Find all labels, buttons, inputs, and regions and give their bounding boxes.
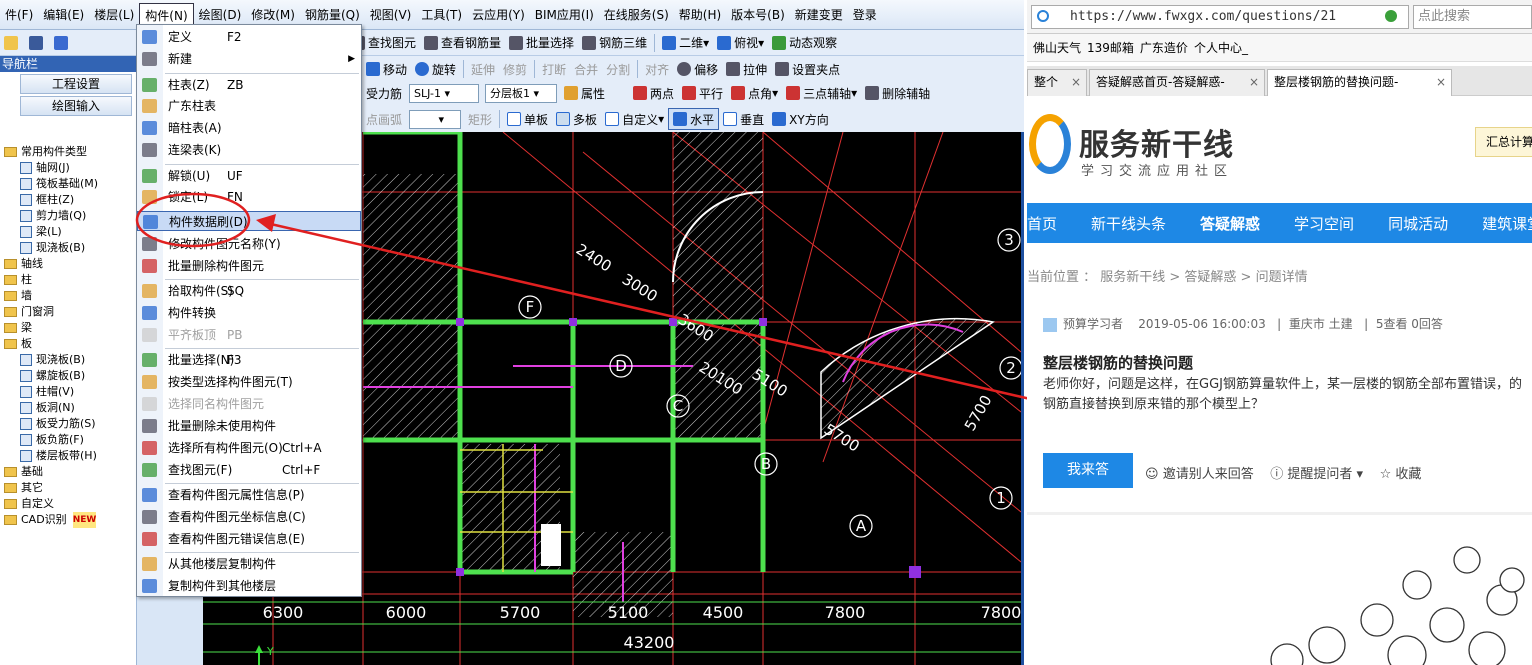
answer-button[interactable]: 我来答 — [1043, 453, 1133, 488]
highlight-circle — [135, 192, 251, 248]
bookmark-item[interactable]: 139邮箱 — [1087, 39, 1134, 56]
bookmark-item[interactable]: 广东造价 — [1140, 39, 1188, 56]
secure-icon[interactable] — [1385, 10, 1397, 22]
site-nav-bar: 首页 新干线头条 答疑解惑 学习空间 同城活动 建筑课堂 — [1027, 203, 1532, 243]
site-nav-item[interactable]: 首页 — [1027, 213, 1057, 234]
tab-close-icon[interactable]: × — [1071, 70, 1081, 95]
tab-close-icon[interactable]: × — [1436, 70, 1446, 95]
tab-label: 整个 — [1034, 75, 1059, 89]
bookmarks-bar: 佛山天气 139邮箱 广东造价 个人中心_ — [1027, 34, 1532, 62]
collect-link[interactable]: 收藏 — [1395, 467, 1421, 482]
star-icon: ☆ — [1379, 467, 1392, 482]
logo-title: 服务新干线 — [1079, 128, 1234, 163]
browser-window: https://www.fwxgx.com/questions/21 点此搜索 … — [1027, 0, 1532, 665]
site-logo[interactable]: 服务新干线 学习交流应用社区 — [1027, 108, 1287, 188]
browser-tab[interactable]: 整个 × — [1027, 69, 1087, 96]
invite-link[interactable]: 邀请别人来回答 — [1163, 467, 1254, 482]
url-input[interactable]: https://www.fwxgx.com/questions/21 — [1031, 5, 1409, 29]
meta-time: 2019-05-06 16:00:03 — [1138, 317, 1266, 331]
url-text: https://www.fwxgx.com/questions/21 — [1070, 9, 1337, 24]
summary-calc-button[interactable]: 汇总计算 — [1475, 127, 1532, 157]
meta-region: 重庆市 土建 — [1288, 317, 1353, 331]
user-icon: ☺ — [1145, 467, 1159, 482]
content-divider — [1027, 512, 1532, 515]
bookmark-item[interactable]: 个人中心_ — [1194, 39, 1248, 56]
question-actions: ☺ 邀请别人来回答 ⓘ 提醒提问者 ▾ ☆ 收藏 — [1145, 467, 1422, 482]
search-input[interactable]: 点此搜索 — [1413, 5, 1532, 29]
meta-user[interactable]: 预算学习者 — [1063, 317, 1123, 331]
tab-label: 答疑解惑首页-答疑解惑- — [1096, 75, 1225, 89]
browser-tabs: 整个 × 答疑解惑首页-答疑解惑- × 整层楼钢筋的替换问题- × — [1027, 66, 1532, 96]
tab-label: 整层楼钢筋的替换问题- — [1274, 75, 1399, 89]
site-nav-item[interactable]: 新干线头条 — [1091, 213, 1166, 234]
site-nav-item[interactable]: 建筑课堂 — [1482, 213, 1532, 234]
tab-close-icon[interactable]: × — [1249, 70, 1259, 95]
address-bar-area: https://www.fwxgx.com/questions/21 点此搜索 — [1027, 0, 1532, 34]
site-nav-item[interactable]: 答疑解惑 — [1200, 213, 1260, 234]
arrow-head-icon — [256, 214, 276, 232]
browser-tab[interactable]: 整层楼钢筋的替换问题- × — [1267, 69, 1452, 96]
meta-views: 5查看 0回答 — [1375, 317, 1443, 331]
avatar[interactable] — [1043, 317, 1057, 332]
breadcrumb: 当前位置 ： 服务新干线 > 答疑解惑 > 问题详情 — [1027, 270, 1308, 285]
remind-link[interactable]: 提醒提问者 — [1287, 467, 1352, 482]
logo-subtitle: 学习交流应用社区 — [1081, 164, 1234, 179]
logo-mark-icon — [1029, 114, 1071, 174]
question-title: 整层楼钢筋的替换问题 — [1043, 354, 1194, 372]
question-body: 老师你好，问题是这样，在GGJ钢筋算量软件上，某一层楼的钢筋全部布置错误，的钢筋… — [1043, 377, 1522, 412]
browser-tab[interactable]: 答疑解惑首页-答疑解惑- × — [1089, 69, 1265, 96]
bookmark-item[interactable]: 佛山天气 — [1033, 39, 1081, 56]
site-nav-item[interactable]: 同城活动 — [1388, 213, 1448, 234]
crowd-illustration — [1270, 546, 1525, 665]
question-meta: 预算学习者 2019-05-06 16:00:03 | 重庆市 土建 | 5查看… — [1043, 315, 1443, 332]
info-icon: ⓘ — [1270, 467, 1284, 482]
refresh-icon[interactable] — [1037, 10, 1049, 22]
site-nav-item[interactable]: 学习空间 — [1294, 213, 1354, 234]
